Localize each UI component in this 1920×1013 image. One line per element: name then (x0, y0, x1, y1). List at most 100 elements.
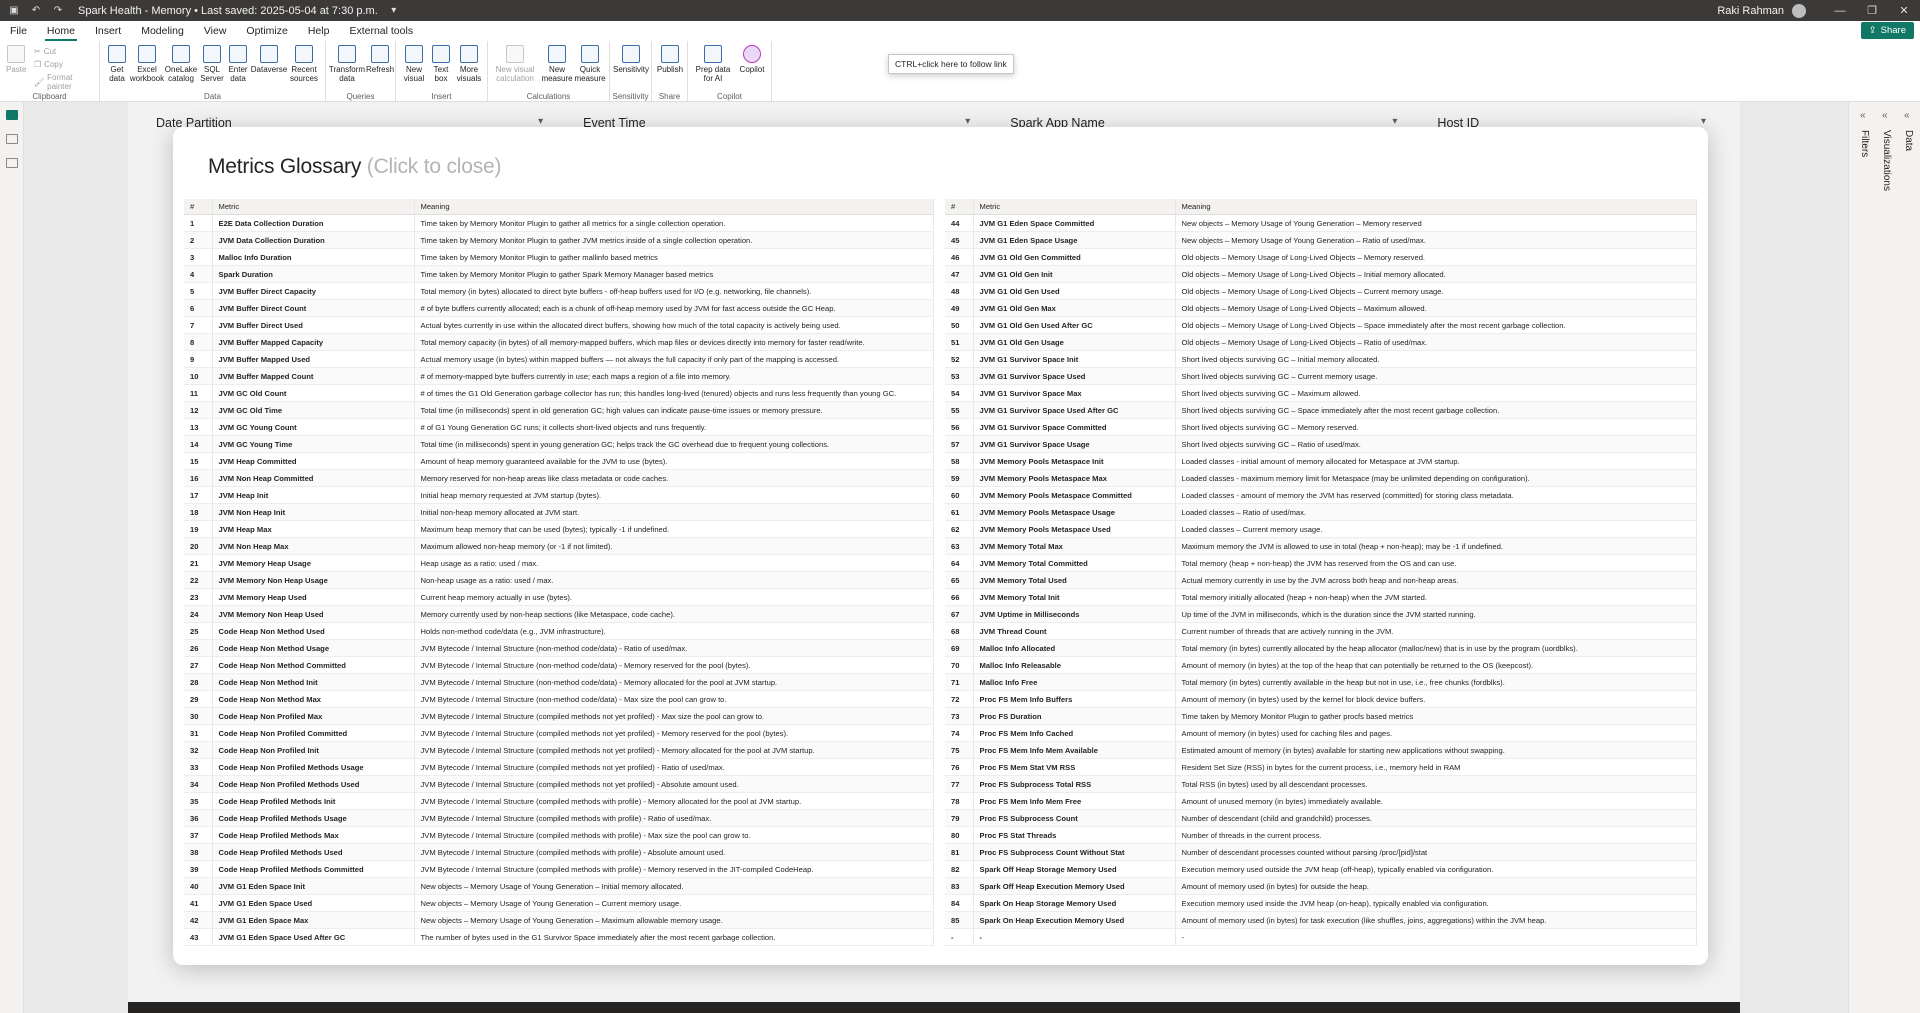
publish-button[interactable]: Publish (656, 45, 684, 74)
table-row: 18 JVM Non Heap Init Initial non-heap memo… (184, 503, 934, 521)
row-number: 82 (945, 860, 974, 878)
report-view-icon[interactable] (5, 110, 18, 120)
new-measure-button[interactable]: New measure (541, 45, 573, 83)
dataverse-button[interactable]: Dataverse (251, 45, 287, 74)
table-row: 32 Code Heap Non Profiled Init JVM Bytecod… (184, 741, 934, 759)
filters-pane[interactable]: « Filters (1855, 110, 1877, 410)
save-icon[interactable]: ▣ (8, 5, 20, 17)
tab-modeling[interactable]: Modeling (131, 25, 194, 41)
table-row: 75 Proc FS Mem Info Mem Available Estimate… (945, 741, 1697, 759)
metric-name: Spark On Heap Execution Memory Used (973, 911, 1176, 929)
table-row: 66 JVM Memory Total Init Total memory init… (945, 588, 1697, 606)
refresh-label: Refresh (366, 65, 395, 74)
quick-measure-button[interactable]: Quick measure (574, 45, 606, 83)
metric-name: Proc FS Mem Info Buffers (973, 690, 1176, 708)
metric-name: E2E Data Collection Duration (212, 214, 415, 232)
prep-data-for-ai-button[interactable]: Prep data for AI (692, 45, 734, 83)
tab-view[interactable]: View (194, 25, 237, 41)
onelake-catalog-button[interactable]: OneLake catalog (165, 45, 197, 83)
data-pane[interactable]: « Data (1899, 110, 1920, 410)
window-title[interactable]: Spark Health - Memory • Last saved: 2025… (78, 5, 378, 17)
column-header-meaning[interactable]: Meaning (1175, 199, 1697, 215)
tab-home[interactable]: Home (37, 25, 85, 41)
metric-meaning: JVM Bytecode / Internal Structure (compi… (414, 792, 934, 810)
metric-name: Code Heap Non Profiled Methods Usage (212, 758, 415, 776)
table-view-icon[interactable] (5, 134, 18, 144)
enter-data-button[interactable]: Enter data (226, 45, 250, 83)
table-row: 46 JVM G1 Old Gen Committed Old objects – … (945, 248, 1697, 266)
tab-help[interactable]: Help (298, 25, 340, 41)
metric-name: - (973, 928, 1176, 946)
chevron-down-icon[interactable]: ▾ (1392, 116, 1397, 127)
chevron-down-icon[interactable]: ▾ (388, 5, 400, 17)
row-number: 41 (184, 894, 213, 912)
get-data-button[interactable]: Get data (106, 45, 128, 83)
metric-meaning: Amount of memory used (in bytes) for out… (1175, 877, 1697, 895)
table-row: --- (945, 928, 1697, 946)
chevron-down-icon[interactable]: ▾ (538, 116, 543, 127)
metric-name: Proc FS Mem Stat VM RSS (973, 758, 1176, 776)
tab-insert[interactable]: Insert (85, 25, 131, 41)
format-painter-button[interactable]: 🖌 Format painter (34, 73, 99, 91)
tab-optimize[interactable]: Optimize (236, 25, 297, 41)
metric-name: JVM G1 Old Gen Used (973, 282, 1176, 300)
cut-button[interactable]: ✂ Cut (34, 47, 56, 56)
chevron-down-icon[interactable]: ▾ (965, 116, 970, 127)
restore-icon[interactable]: ❐ (1856, 0, 1888, 21)
model-view-icon[interactable] (5, 158, 18, 168)
copilot-label: Copilot (739, 65, 765, 74)
glossary-title[interactable]: Metrics Glossary (Click to close) (208, 155, 501, 179)
visual-calculation-icon (506, 45, 524, 63)
close-icon[interactable]: ✕ (1888, 0, 1920, 21)
copilot-button[interactable]: Copilot (736, 45, 768, 74)
minimize-icon[interactable]: — (1824, 0, 1856, 21)
excel-workbook-button[interactable]: Excel workbook (130, 45, 164, 83)
paste-button[interactable]: Paste (6, 45, 26, 74)
collapse-icon[interactable]: « (1904, 110, 1910, 121)
more-visuals-button[interactable]: More visuals (454, 45, 484, 83)
metric-name: JVM G1 Survivor Space Init (973, 350, 1176, 368)
column-header-metric[interactable]: Metric (212, 199, 415, 215)
column-header-num[interactable]: # (945, 199, 974, 215)
chevron-down-icon[interactable]: ▾ (1701, 116, 1706, 127)
recent-sources-button[interactable]: Recent sources (288, 45, 320, 83)
table-row: 73 Proc FS Duration Time taken by Memory M… (945, 707, 1697, 725)
column-header-meaning[interactable]: Meaning (414, 199, 934, 215)
table-row: 24 JVM Memory Non Heap Used Memory current… (184, 605, 934, 623)
cut-label: Cut (43, 47, 57, 56)
new-visual-calculation-button[interactable]: New visual calculation (492, 45, 538, 83)
tab-file[interactable]: File (0, 25, 37, 41)
user-name[interactable]: Raki Rahman (1717, 5, 1784, 17)
text-box-button[interactable]: Text box (430, 45, 452, 83)
close-hint[interactable]: (Click to close) (367, 155, 502, 178)
copy-button[interactable]: ❐ Copy (34, 60, 63, 69)
transform-data-button[interactable]: Transform data (328, 45, 366, 83)
metric-name: JVM G1 Eden Space Used After GC (212, 928, 415, 946)
transform-label: Transform data (328, 65, 366, 83)
tab-external-tools[interactable]: External tools (339, 25, 423, 41)
table-row: 39 Code Heap Profiled Methods Committed JV… (184, 860, 934, 878)
ribbon-group-insert: New visual Text box More visuals Insert (396, 41, 488, 102)
table-row: 57 JVM G1 Survivor Space Usage Short lived… (945, 435, 1697, 453)
row-number: 54 (945, 384, 974, 402)
column-header-metric[interactable]: Metric (973, 199, 1176, 215)
collapse-icon[interactable]: « (1882, 110, 1888, 121)
collapse-icon[interactable]: « (1860, 110, 1866, 121)
share-button[interactable]: ⇪ Share (1860, 22, 1914, 39)
new-visual-button[interactable]: New visual (402, 45, 426, 83)
undo-icon[interactable]: ↶ (30, 5, 42, 17)
metric-name: JVM GC Young Count (212, 418, 415, 436)
metrics-glossary-overlay[interactable]: Metrics Glossary (Click to close) # Metr… (173, 127, 1708, 965)
row-number: 60 (945, 486, 974, 504)
visualizations-pane[interactable]: « Visualizations (1877, 110, 1899, 410)
refresh-button[interactable]: Refresh (366, 45, 394, 74)
row-number: 81 (945, 843, 974, 861)
avatar[interactable] (1792, 3, 1806, 18)
column-header-num[interactable]: # (184, 199, 213, 215)
sql-server-button[interactable]: SQL Server (200, 45, 224, 83)
redo-icon[interactable]: ↷ (52, 5, 64, 17)
metric-name: JVM Buffer Direct Count (212, 299, 415, 317)
metric-meaning: Old objects – Memory Usage of Long-Lived… (1175, 316, 1697, 334)
sensitivity-button[interactable]: Sensitivity (613, 45, 649, 74)
row-number: 83 (945, 877, 974, 895)
